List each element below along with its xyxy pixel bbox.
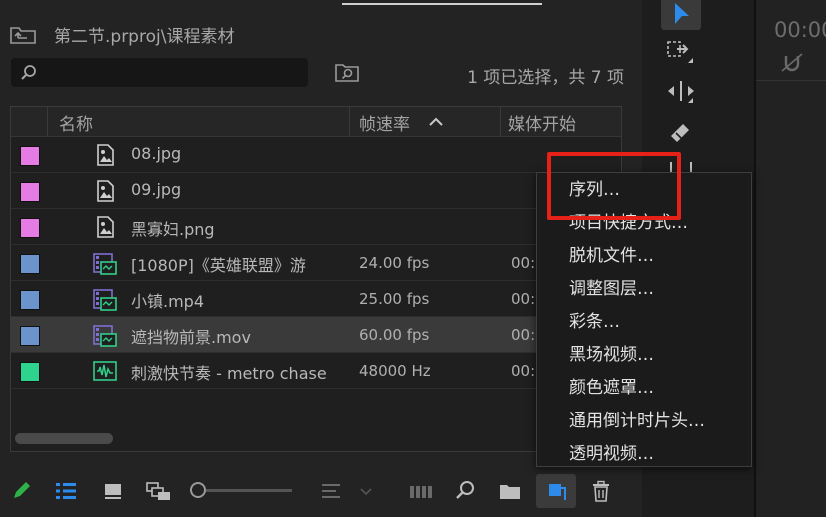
timeline-divider [756, 80, 826, 81]
pencil-icon[interactable] [10, 480, 32, 502]
label-color-swatch[interactable] [20, 254, 40, 274]
column-header-frame-rate[interactable]: 帧速率 [359, 110, 410, 135]
freeform-view-icon[interactable] [145, 480, 173, 502]
menu-item[interactable]: 彩条… [569, 307, 620, 332]
item-frame-rate: 60.00 fps [359, 326, 430, 344]
parent-bin-icon[interactable] [10, 24, 36, 44]
table-row[interactable]: 黑寡妇.png [11, 209, 621, 245]
item-name: [1080P]《英雄联盟》游 [131, 256, 306, 275]
bottom-toolbar [0, 470, 642, 510]
menu-item[interactable]: 序列… [569, 175, 620, 200]
table-row[interactable]: 刺激快节奏 - metro chase 48000 Hz 00: [11, 353, 621, 389]
zoom-slider-track[interactable] [206, 489, 292, 492]
column-header-name[interactable]: 名称 [59, 110, 93, 135]
item-name: 黑寡妇.png [131, 220, 215, 239]
table-row[interactable]: 09.jpg [11, 173, 621, 209]
item-media-start: 00: [511, 254, 536, 272]
new-bin-icon[interactable] [499, 480, 521, 502]
column-separator [349, 107, 350, 137]
table-row[interactable]: 08.jpg [11, 137, 621, 173]
label-color-swatch[interactable] [20, 146, 40, 166]
zoom-slider-handle[interactable] [190, 482, 206, 498]
menu-item[interactable]: 脱机文件… [569, 241, 654, 266]
new-item-button[interactable] [536, 474, 576, 508]
snap-icon[interactable] [780, 52, 804, 74]
project-path: 第二节.prproj\课程素材 [54, 27, 235, 47]
razor-tool-icon[interactable] [665, 118, 697, 146]
label-color-swatch[interactable] [20, 290, 40, 310]
list-header: 名称 帧速率 媒体开始 [11, 107, 621, 137]
menu-item[interactable]: 通用倒计时片头… [569, 406, 705, 431]
automate-to-sequence-icon[interactable] [408, 480, 434, 502]
label-color-swatch[interactable] [20, 182, 40, 202]
image-file-icon [97, 144, 114, 166]
sort-ascending-icon[interactable] [429, 117, 443, 127]
item-media-start: 00: [511, 362, 536, 380]
video-clip-icon [93, 253, 117, 275]
horizontal-scrollbar[interactable] [15, 433, 113, 444]
image-file-icon [97, 180, 114, 202]
list-view-icon[interactable] [55, 480, 77, 502]
search-icon [21, 65, 36, 80]
label-color-swatch[interactable] [20, 362, 40, 382]
menu-item[interactable]: 黑场视频… [569, 340, 654, 365]
item-media-start: 00: [511, 326, 536, 344]
item-name: 09.jpg [131, 180, 182, 199]
search-input[interactable] [11, 58, 308, 87]
timeline-timecode[interactable]: 00:00 [774, 18, 826, 42]
item-media-start: 00: [511, 290, 536, 308]
ripple-edit-tool-icon[interactable] [665, 78, 697, 106]
item-name: 刺激快节奏 - metro chase [131, 364, 327, 383]
project-item-list[interactable]: 名称 帧速率 媒体开始 08.jpg 09.jpg 黑寡妇.png [1080P]《英… [10, 106, 622, 452]
sort-icons-icon[interactable] [320, 480, 342, 502]
label-color-swatch[interactable] [20, 218, 40, 238]
find-icon[interactable] [455, 480, 477, 502]
new-item-icon [549, 484, 566, 500]
item-name: 小镇.mp4 [131, 292, 205, 311]
menu-item[interactable]: 颜色遮罩… [569, 373, 654, 398]
item-frame-rate: 24.00 fps [359, 254, 430, 272]
chevron-down-icon[interactable] [358, 480, 374, 502]
arrow-cursor-icon [675, 3, 689, 24]
item-name: 08.jpg [131, 144, 182, 163]
icon-view-icon[interactable] [102, 480, 124, 502]
item-name: 遮挡物前景.mov [131, 328, 251, 347]
selection-tool[interactable] [661, 0, 701, 30]
table-row[interactable]: 小镇.mp4 25.00 fps 00: [11, 281, 621, 317]
menu-item[interactable]: 项目快捷方式… [569, 208, 688, 233]
item-frame-rate: 48000 Hz [359, 362, 431, 380]
column-separator [47, 107, 48, 137]
menu-item[interactable]: 调整图层… [569, 274, 654, 299]
table-row[interactable]: 遮挡物前景.mov 60.00 fps 00: [11, 317, 621, 353]
video-clip-icon [93, 325, 117, 347]
find-in-bin-icon[interactable] [335, 62, 359, 82]
item-frame-rate: 25.00 fps [359, 290, 430, 308]
panel-tab-indicator [342, 3, 542, 5]
selection-status: 1 项已选择，共 7 项 [467, 68, 624, 88]
trash-icon[interactable] [590, 480, 612, 502]
column-separator [500, 107, 501, 137]
audio-clip-icon [93, 361, 117, 381]
table-row[interactable]: [1080P]《英雄联盟》游 24.00 fps 00: [11, 245, 621, 281]
menu-item[interactable]: 透明视频… [569, 439, 654, 464]
new-item-context-menu: 序列… 项目快捷方式… 脱机文件… 调整图层… 彩条… 黑场视频… 颜色遮罩… 通用倒计时片头… [536, 172, 752, 467]
image-file-icon [97, 216, 114, 238]
track-select-forward-tool-icon[interactable] [665, 38, 697, 66]
timeline-panel: 00:00 [754, 0, 826, 517]
label-color-swatch[interactable] [20, 326, 40, 346]
column-header-media-start[interactable]: 媒体开始 [508, 110, 576, 135]
video-clip-icon [93, 289, 117, 311]
